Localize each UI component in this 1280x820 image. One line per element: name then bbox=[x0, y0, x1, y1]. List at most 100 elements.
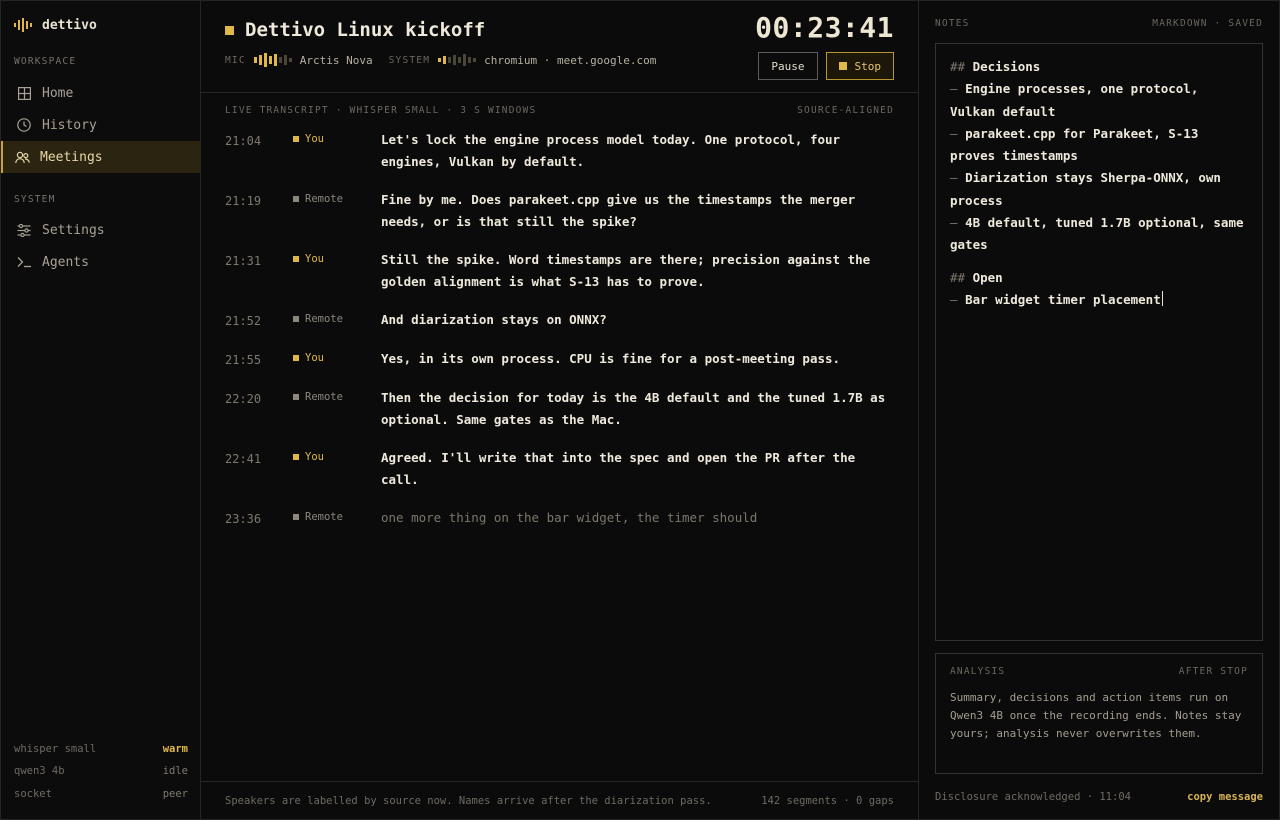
segment-time: 21:31 bbox=[225, 254, 262, 268]
md-bullet-marker: – bbox=[950, 215, 958, 231]
speaker-name: Remote bbox=[305, 391, 343, 403]
speaker-name: You bbox=[305, 253, 324, 265]
segment-text: Then the decision for today is the 4B de… bbox=[381, 390, 886, 427]
recording-timer: 00:23:41 bbox=[755, 11, 894, 44]
transcript-segment[interactable]: 22:20 Remote Then the decision for today i… bbox=[201, 387, 918, 431]
segment-text: Still the spike. Word timestamps are the… bbox=[381, 252, 871, 289]
speaker-tag: Remote bbox=[293, 387, 381, 431]
status-row-socket: socket peer bbox=[14, 783, 188, 806]
pause-button-label: Pause bbox=[771, 59, 805, 73]
transcript-list[interactable]: 21:04 You Let's lock the engine process mo… bbox=[201, 129, 918, 546]
transcript-segment[interactable]: 23:36 Remote one more thing on the bar wid… bbox=[201, 507, 918, 530]
transcript-header: LIVE TRANSCRIPT · WHISPER SMALL · 3 S WI… bbox=[201, 93, 918, 116]
speaker-marker bbox=[293, 514, 299, 520]
notes-open-text: Bar widget timer placement bbox=[965, 291, 1161, 307]
stop-button-label: Stop bbox=[854, 59, 882, 73]
segment-time: 23:36 bbox=[225, 512, 262, 526]
app-window: dettivo WORKSPACE Home History Meetings … bbox=[0, 0, 1280, 820]
notes-heading: Open bbox=[972, 269, 1003, 285]
segment-text: Agreed. I'll write that into the spec an… bbox=[381, 450, 856, 487]
md-bullet-marker: – bbox=[950, 291, 958, 307]
segment-time: 22:41 bbox=[225, 452, 262, 466]
sidebar-item-history[interactable]: History bbox=[1, 109, 200, 141]
md-heading-marker: ## bbox=[950, 269, 966, 285]
transcript-segment[interactable]: 21:31 You Still the spike. Word timestamps… bbox=[201, 249, 918, 293]
meeting-title: Dettivo Linux kickoff bbox=[245, 19, 486, 41]
sidebar-item-label: Home bbox=[42, 85, 74, 101]
notes-save-status: MARKDOWN · SAVED bbox=[1152, 18, 1263, 29]
status-name: whisper small bbox=[14, 742, 97, 755]
speaker-name: You bbox=[305, 133, 324, 145]
sidebar-item-label: Meetings bbox=[40, 149, 103, 165]
stop-button[interactable]: Stop bbox=[825, 52, 894, 80]
waveform-logo-icon bbox=[14, 18, 32, 32]
system-level-meter-icon bbox=[438, 54, 477, 66]
speaker-marker bbox=[293, 256, 299, 262]
notes-spacer bbox=[950, 257, 1248, 267]
system-source: chromium · meet.google.com bbox=[484, 53, 657, 67]
sidebar-item-label: Agents bbox=[42, 254, 89, 270]
segment-text: Yes, in its own process. CPU is fine for… bbox=[381, 351, 841, 366]
status-name: socket bbox=[14, 787, 52, 800]
system-audio-label: SYSTEM bbox=[388, 54, 431, 66]
status-row-qwen: qwen3 4b idle bbox=[14, 760, 188, 783]
app-name: dettivo bbox=[42, 17, 97, 33]
segment-stats: 142 segments · 0 gaps bbox=[761, 794, 894, 807]
analysis-description: Summary, decisions and action items run … bbox=[950, 691, 1242, 740]
segment-time: 21:19 bbox=[225, 194, 262, 208]
disclosure-status: Disclosure acknowledged · 11:04 bbox=[935, 791, 1131, 803]
segment-time: 21:04 bbox=[225, 134, 262, 148]
notes-decision-text: parakeet.cpp for Parakeet, S-13 proves t… bbox=[950, 125, 1199, 164]
speaker-tag: Remote bbox=[293, 507, 381, 530]
transcript-segment[interactable]: 22:41 You Agreed. I'll write that into the… bbox=[201, 447, 918, 491]
transcript-segment[interactable]: 21:19 Remote Fine by me. Does parakeet.cpp… bbox=[201, 189, 918, 233]
sidebar-item-agents[interactable]: Agents bbox=[1, 246, 200, 278]
analysis-card: ANALYSIS AFTER STOP Summary, decisions a… bbox=[935, 653, 1263, 774]
sidebar-item-label: Settings bbox=[42, 222, 105, 238]
sidebar-item-home[interactable]: Home bbox=[1, 77, 200, 109]
segment-time: 21:55 bbox=[225, 353, 262, 367]
transcript-segment[interactable]: 21:52 Remote And diarization stays on ONNX… bbox=[201, 309, 918, 332]
pause-button[interactable]: Pause bbox=[758, 52, 818, 80]
recording-controls: Pause Stop bbox=[758, 52, 894, 80]
meeting-panel: Dettivo Linux kickoff MIC Arctis Nova SY… bbox=[201, 1, 919, 819]
analysis-when: AFTER STOP bbox=[1178, 666, 1248, 677]
recording-indicator bbox=[225, 25, 234, 35]
segment-text: And diarization stays on ONNX? bbox=[381, 312, 607, 327]
segment-time: 22:20 bbox=[225, 392, 262, 406]
sliders-icon bbox=[16, 222, 32, 238]
transcript-alignment: SOURCE-ALIGNED bbox=[797, 105, 894, 116]
status-value: idle bbox=[162, 765, 188, 778]
sidebar-item-meetings[interactable]: Meetings bbox=[1, 141, 200, 173]
stop-icon bbox=[838, 62, 847, 70]
speaker-marker bbox=[293, 316, 299, 322]
copy-message-link[interactable]: copy message bbox=[1187, 791, 1263, 803]
segment-text: one more thing on the bar widget, the ti… bbox=[381, 510, 758, 525]
meeting-header: Dettivo Linux kickoff MIC Arctis Nova SY… bbox=[201, 1, 918, 93]
speaker-marker bbox=[293, 196, 299, 202]
notes-decision-text: Diarization stays Sherpa-ONNX, own proce… bbox=[950, 170, 1221, 208]
sidebar-item-settings[interactable]: Settings bbox=[1, 214, 200, 246]
speaker-tag: You bbox=[293, 249, 381, 293]
transcript-segment[interactable]: 21:55 You Yes, in its own process. CPU is … bbox=[201, 348, 918, 371]
notes-decision-item: – Engine processes, one protocol, Vulkan… bbox=[950, 78, 1248, 123]
notes-decision-text: 4B default, tuned 1.7B optional, same ga… bbox=[950, 215, 1244, 253]
speaker-name: Remote bbox=[305, 511, 343, 523]
speaker-marker bbox=[293, 454, 299, 460]
notes-heading: Decisions bbox=[972, 59, 1041, 74]
speaker-tag: You bbox=[293, 129, 381, 173]
md-bullet-marker: – bbox=[950, 170, 958, 186]
mic-level-meter-icon bbox=[253, 53, 292, 67]
notes-editor[interactable]: ## Decisions – Engine processes, one prot… bbox=[935, 43, 1263, 641]
notes-decision-item: – Diarization stays Sherpa-ONNX, own pro… bbox=[950, 167, 1248, 212]
segment-text: Let's lock the engine process model toda… bbox=[381, 132, 841, 169]
system-section-label: SYSTEM bbox=[14, 194, 56, 205]
notes-heading-line: ## Decisions bbox=[950, 56, 1248, 78]
notes-decision-item: – parakeet.cpp for Parakeet, S-13 proves… bbox=[950, 123, 1248, 168]
terminal-icon bbox=[16, 254, 32, 270]
speaker-marker bbox=[293, 136, 299, 142]
segment-text: Fine by me. Does parakeet.cpp give us th… bbox=[381, 192, 856, 229]
transcript-segment[interactable]: 21:04 You Let's lock the engine process mo… bbox=[201, 129, 918, 173]
brand[interactable]: dettivo bbox=[1, 1, 200, 49]
notes-footer: Disclosure acknowledged · 11:04 copy mes… bbox=[935, 791, 1263, 803]
